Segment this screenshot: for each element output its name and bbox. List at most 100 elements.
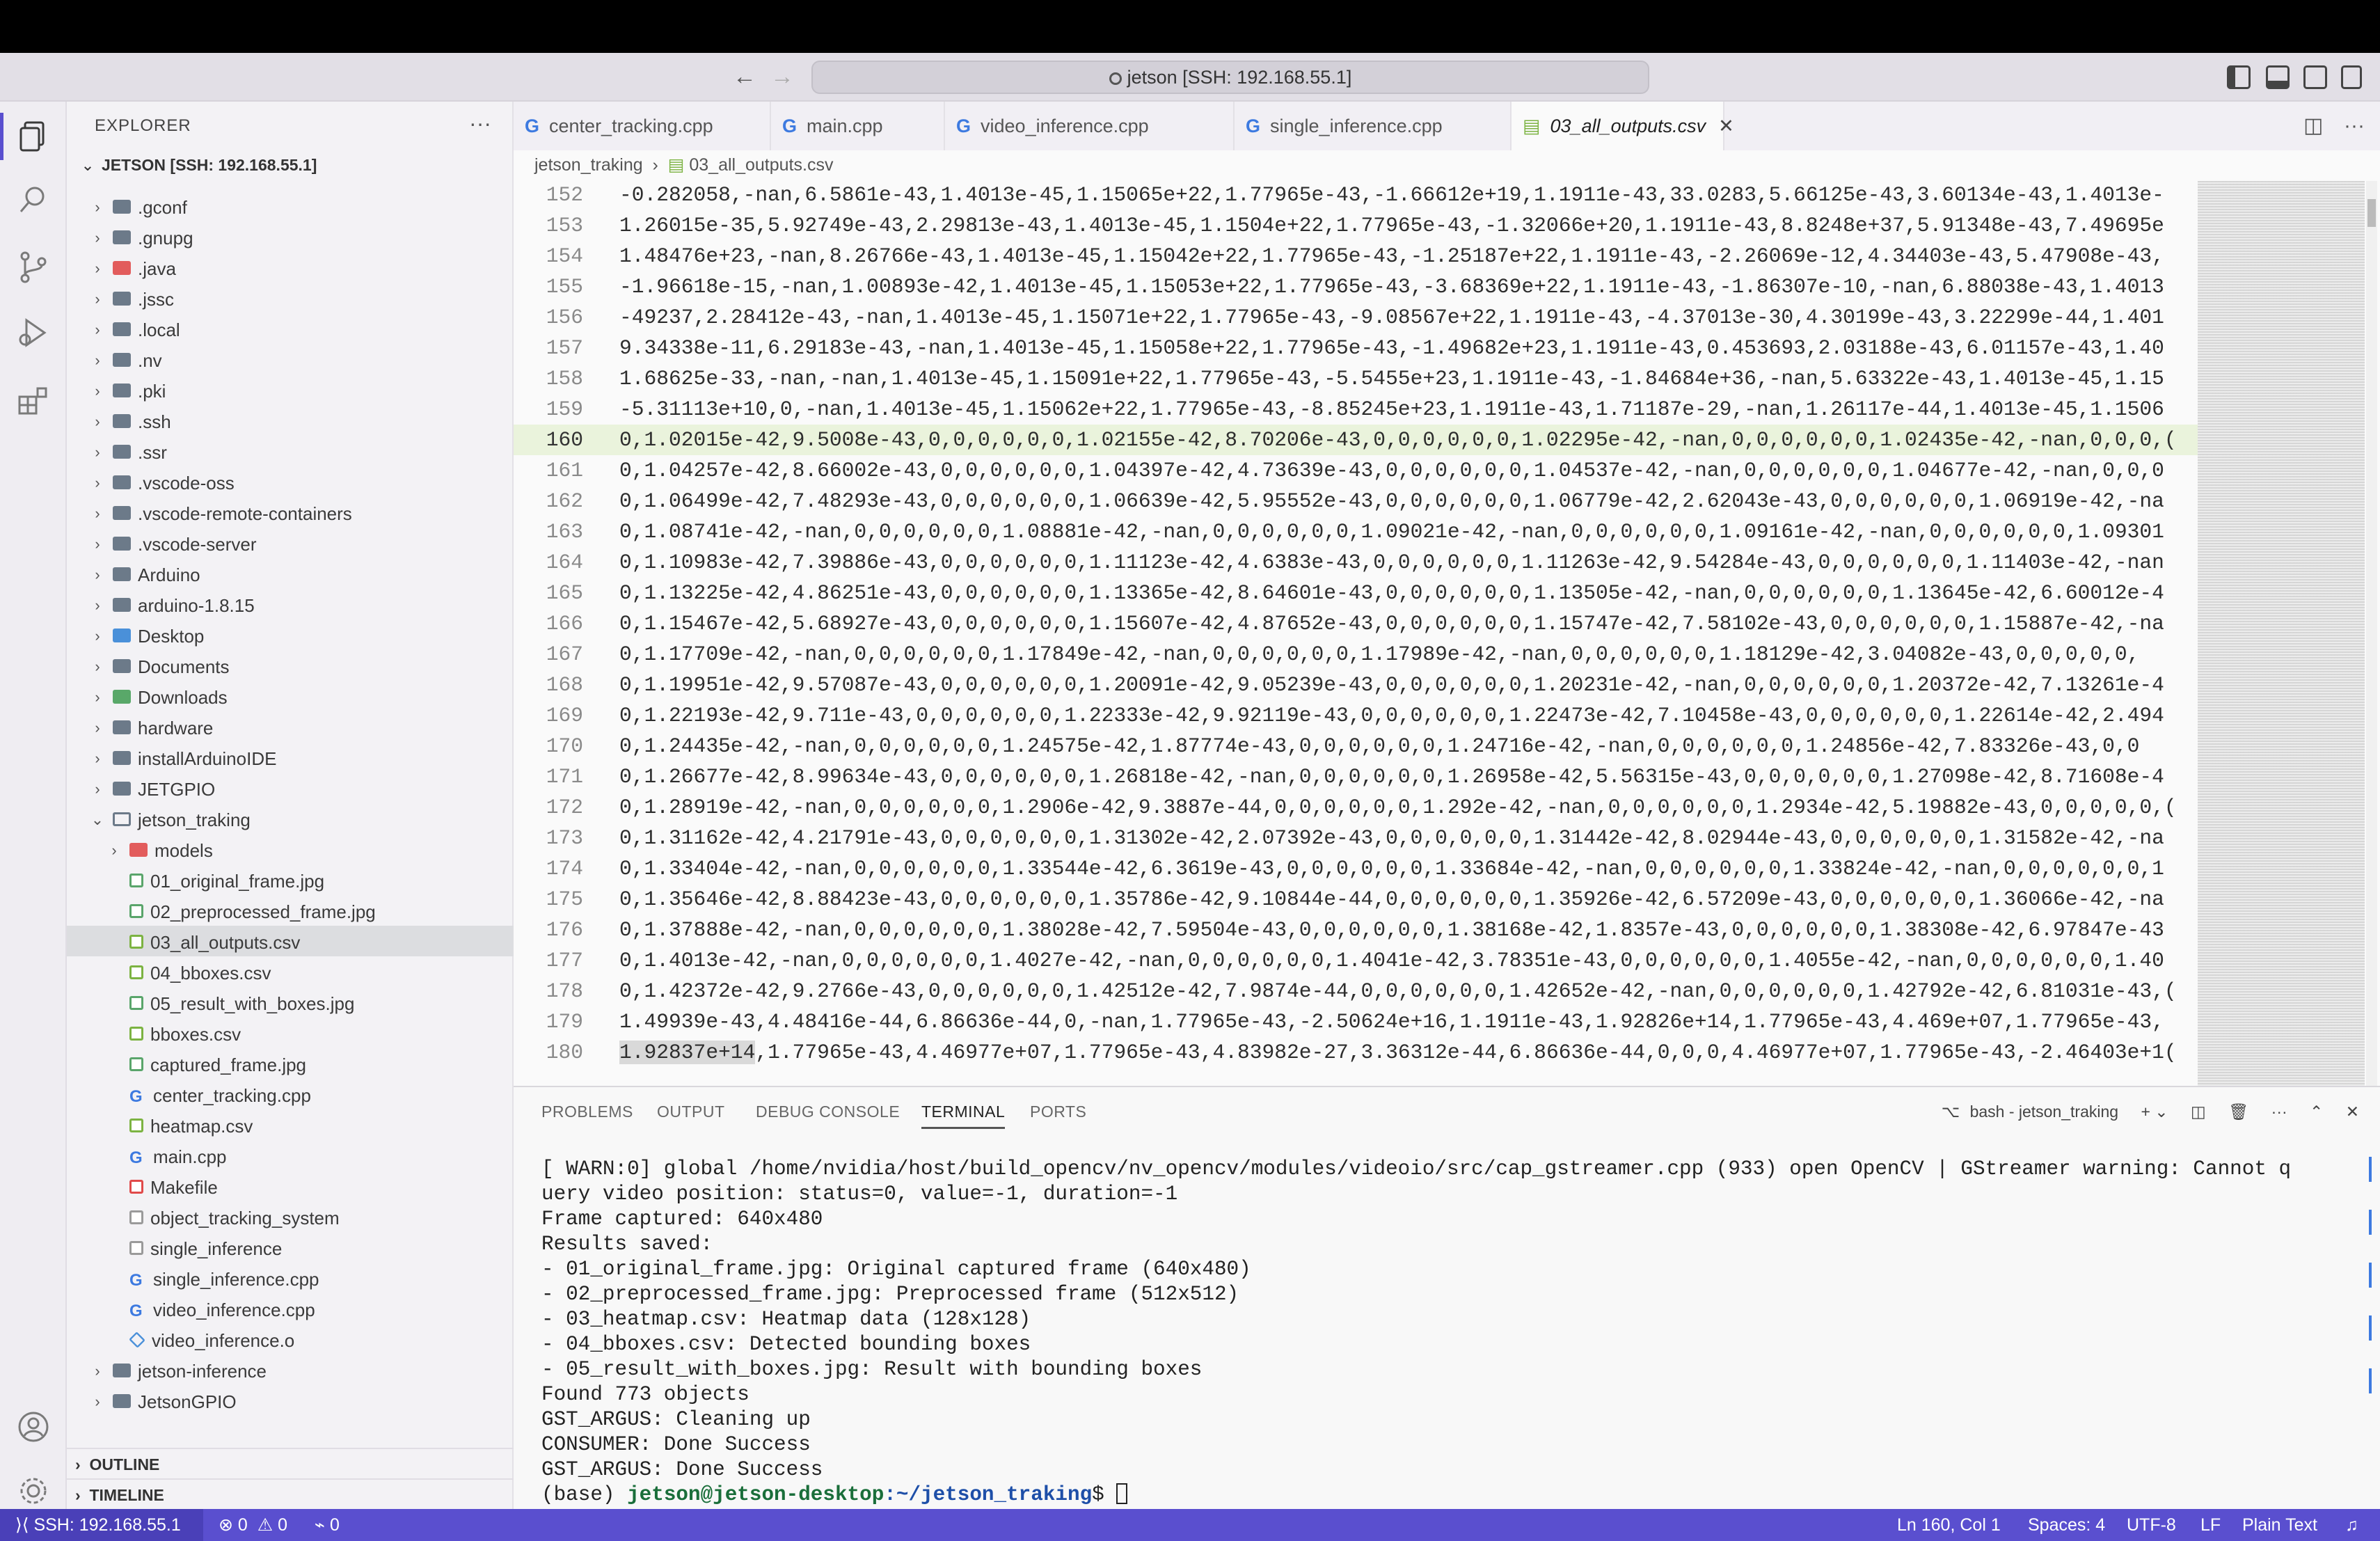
toggle-secondary-sidebar-icon[interactable]: [2303, 65, 2327, 89]
tree-folder[interactable]: › Arduino: [67, 558, 514, 589]
more-actions-icon[interactable]: ···: [469, 102, 491, 145]
code-line[interactable]: 163 0,1.08741e-42,-nan,0,0,0,0,0,0,1.0888…: [514, 516, 2198, 547]
tree-folder[interactable]: › models: [67, 834, 514, 864]
tree-file[interactable]: bboxes.csv: [67, 1018, 514, 1048]
run-debug-icon[interactable]: [15, 315, 51, 351]
code-line[interactable]: 162 0,1.06499e-42,7.48293e-43,0,0,0,0,0,0…: [514, 486, 2198, 516]
panel-tab-terminal[interactable]: TERMINAL: [921, 1087, 1006, 1136]
code-line[interactable]: 171 0,1.26677e-42,8.99634e-43,0,0,0,0,0,0…: [514, 761, 2198, 792]
tree-folder[interactable]: › .nv: [67, 344, 514, 374]
more-actions-icon[interactable]: ···: [2344, 102, 2365, 150]
terminal-name[interactable]: bash - jetson_traking: [1970, 1103, 2119, 1121]
tree-folder[interactable]: › .java: [67, 252, 514, 283]
editor-tab[interactable]: ▤ 03_all_outputs.csv ✕: [1512, 102, 1734, 150]
customize-layout-icon[interactable]: [2341, 65, 2362, 89]
back-arrow-icon[interactable]: ←: [729, 61, 760, 92]
tree-file[interactable]: 02_preprocessed_frame.jpg: [67, 895, 514, 926]
remote-indicator[interactable]: ⟩⟨ SSH: 192.168.55.1: [0, 1509, 203, 1541]
tree-folder[interactable]: › Downloads: [67, 681, 514, 711]
code-line[interactable]: 173 0,1.31162e-42,4.21791e-43,0,0,0,0,0,0…: [514, 823, 2198, 853]
cursor-position[interactable]: Ln 160, Col 1: [1897, 1509, 2001, 1541]
code-line[interactable]: 166 0,1.15467e-42,5.68927e-43,0,0,0,0,0,0…: [514, 608, 2198, 639]
code-line[interactable]: 177 0,1.4013e-42,-nan,0,0,0,0,0,0,1.4027e…: [514, 945, 2198, 976]
code-line[interactable]: 174 0,1.33404e-42,-nan,0,0,0,0,0,0,1.3354…: [514, 853, 2198, 884]
terminal-output[interactable]: [ WARN:0] global /home/nvidia/host/build…: [541, 1157, 2351, 1508]
panel-tab-ports[interactable]: PORTS: [1030, 1087, 1086, 1136]
toggle-primary-sidebar-icon[interactable]: [2227, 65, 2251, 89]
tree-file[interactable]: captured_frame.jpg: [67, 1048, 514, 1079]
tree-folder[interactable]: ⌄ jetson_traking: [67, 803, 514, 834]
code-line[interactable]: 170 0,1.24435e-42,-nan,0,0,0,0,0,0,1.2457…: [514, 731, 2198, 761]
notifications-icon[interactable]: ♫: [2345, 1509, 2358, 1541]
forward-arrow-icon[interactable]: →: [767, 61, 798, 92]
code-line[interactable]: 157 9.34338e-11,6.29183e-43,-nan,1.4013e-…: [514, 333, 2198, 363]
code-line[interactable]: 153 1.26015e-35,5.92749e-43,2.29813e-43,1…: [514, 210, 2198, 241]
code-line[interactable]: 167 0,1.17709e-42,-nan,0,0,0,0,0,0,1.1784…: [514, 639, 2198, 670]
source-control-icon[interactable]: [15, 249, 51, 285]
account-icon[interactable]: [15, 1409, 51, 1445]
code-line[interactable]: 160 0,1.02015e-42,9.5008e-43,0,0,0,0,0,0,…: [514, 425, 2198, 455]
editor-tab[interactable]: Gcenter_tracking.cpp: [514, 102, 771, 150]
scrollbar-thumb[interactable]: [2367, 199, 2376, 227]
indentation[interactable]: Spaces: 4: [2028, 1509, 2105, 1541]
code-line[interactable]: 175 0,1.35646e-42,8.88423e-43,0,0,0,0,0,0…: [514, 884, 2198, 915]
tree-folder[interactable]: › installArduinoIDE: [67, 742, 514, 773]
tree-file[interactable]: Gsingle_inference.cpp: [67, 1263, 514, 1293]
tree-folder[interactable]: › JetsonGPIO: [67, 1385, 514, 1416]
tree-folder[interactable]: › .gnupg: [67, 221, 514, 252]
breadcrumb-file[interactable]: 03_all_outputs.csv: [689, 155, 833, 175]
ports-status[interactable]: ⌁ 0: [315, 1509, 340, 1541]
breadcrumb-folder[interactable]: jetson_traking: [534, 155, 643, 175]
explorer-icon[interactable]: [0, 113, 51, 160]
tree-folder[interactable]: › Documents: [67, 650, 514, 681]
minimap[interactable]: [2198, 181, 2365, 1086]
tree-folder[interactable]: › .vscode-oss: [67, 466, 514, 497]
problems-status[interactable]: ⊗ 0 ⚠ 0: [219, 1509, 287, 1541]
search-icon[interactable]: [15, 182, 51, 219]
editor-tab[interactable]: Gvideo_inference.cpp: [945, 102, 1235, 150]
more-actions-icon[interactable]: ···: [2271, 1103, 2287, 1121]
code-line[interactable]: 169 0,1.22193e-42,9.711e-43,0,0,0,0,0,0,1…: [514, 700, 2198, 731]
workspace-root[interactable]: ⌄ JETSON [SSH: 192.168.55.1]: [67, 150, 512, 180]
editor-tab[interactable]: Gsingle_inference.cpp: [1235, 102, 1512, 150]
tree-folder[interactable]: › .jssc: [67, 283, 514, 313]
tree-file[interactable]: 01_original_frame.jpg: [67, 864, 514, 895]
toggle-panel-icon[interactable]: [2266, 65, 2290, 89]
tree-file[interactable]: Gmain.cpp: [67, 1140, 514, 1171]
tree-file[interactable]: video_inference.o: [67, 1324, 514, 1354]
tree-folder[interactable]: › arduino-1.8.15: [67, 589, 514, 619]
code-line[interactable]: 176 0,1.37888e-42,-nan,0,0,0,0,0,0,1.3802…: [514, 915, 2198, 945]
tree-folder[interactable]: › .ssh: [67, 405, 514, 436]
tree-file[interactable]: 03_all_outputs.csv: [67, 926, 514, 956]
timeline-section[interactable]: › TIMELINE: [67, 1478, 514, 1509]
code-line[interactable]: 165 0,1.13225e-42,4.86251e-43,0,0,0,0,0,0…: [514, 578, 2198, 608]
tree-file[interactable]: 04_bboxes.csv: [67, 956, 514, 987]
code-line[interactable]: 156 -49237,2.28412e-43,-nan,1.4013e-45,1.…: [514, 302, 2198, 333]
tree-file[interactable]: object_tracking_system: [67, 1201, 514, 1232]
code-line[interactable]: 154 1.48476e+23,-nan,8.26766e-43,1.4013e-…: [514, 241, 2198, 271]
tree-folder[interactable]: › .ssr: [67, 436, 514, 466]
code-line[interactable]: 172 0,1.28919e-42,-nan,0,0,0,0,0,0,1.2906…: [514, 792, 2198, 823]
code-line[interactable]: 158 1.68625e-33,-nan,-nan,1.4013e-45,1.15…: [514, 363, 2198, 394]
tree-folder[interactable]: › .vscode-server: [67, 528, 514, 558]
gear-icon[interactable]: [15, 1473, 51, 1509]
code-line[interactable]: 152 -0.282058,-nan,6.5861e-43,1.4013e-45,…: [514, 180, 2198, 210]
split-terminal-icon[interactable]: ◫: [2191, 1103, 2206, 1121]
tree-folder[interactable]: › .local: [67, 313, 514, 344]
panel-tab-problems[interactable]: PROBLEMS: [541, 1087, 633, 1136]
tree-file[interactable]: 05_result_with_boxes.jpg: [67, 987, 514, 1018]
code-line[interactable]: 159 -5.31113e+10,0,-nan,1.4013e-45,1.1506…: [514, 394, 2198, 425]
vertical-scrollbar[interactable]: [2366, 181, 2377, 1086]
terminal-prompt[interactable]: (base) jetson@jetson-desktop:~/jetson_tr…: [541, 1483, 2351, 1508]
new-terminal-icon[interactable]: + ⌄: [2141, 1103, 2168, 1121]
tree-file[interactable]: Makefile: [67, 1171, 514, 1201]
encoding[interactable]: UTF-8: [2127, 1509, 2176, 1541]
panel-tab-output[interactable]: OUTPUT: [657, 1087, 725, 1136]
close-icon[interactable]: ✕: [1718, 116, 1734, 136]
code-line[interactable]: 178 0,1.42372e-42,9.2766e-43,0,0,0,0,0,0,…: [514, 976, 2198, 1006]
code-editor[interactable]: 152 -0.282058,-nan,6.5861e-43,1.4013e-45,…: [514, 180, 2198, 1084]
tree-folder[interactable]: › .pki: [67, 374, 514, 405]
maximize-panel-icon[interactable]: ⌃: [2310, 1103, 2323, 1121]
code-line[interactable]: 164 0,1.10983e-42,7.39886e-43,0,0,0,0,0,0…: [514, 547, 2198, 578]
code-line[interactable]: 180 1.92837e+14,1.77965e-43,4.46977e+07,1…: [514, 1037, 2198, 1068]
